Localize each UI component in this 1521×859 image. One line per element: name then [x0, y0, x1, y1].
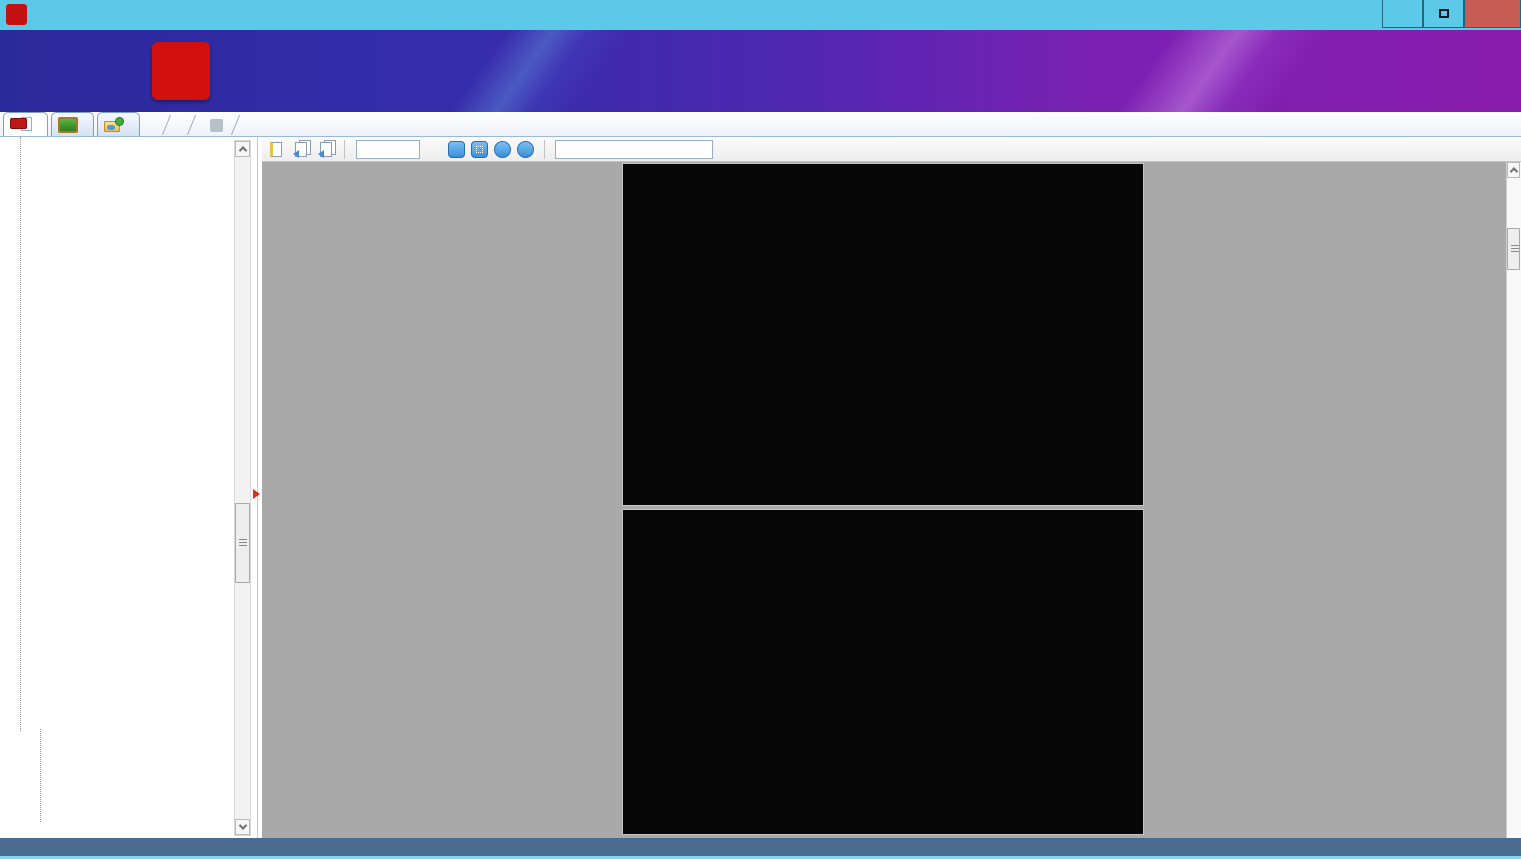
- tab-bar: [0, 112, 1521, 137]
- schematic-page-2: [622, 509, 1144, 835]
- pdf-viewer-canvas[interactable]: [262, 162, 1506, 838]
- minimize-button[interactable]: [1382, 0, 1423, 28]
- fit-page-icon: [476, 146, 483, 153]
- fit-page-button[interactable]: [471, 141, 488, 158]
- app-logo-icon: [6, 4, 27, 25]
- maximize-icon: [1439, 9, 1449, 18]
- viewer-scroll-up-button[interactable]: [1507, 162, 1520, 178]
- chevron-down-icon: [238, 821, 246, 829]
- viewer-toolbar: [262, 137, 1521, 162]
- schematic-page-1: [622, 163, 1144, 506]
- dzkj-logo: [152, 42, 210, 100]
- tree-scroll-thumb[interactable]: [235, 503, 250, 583]
- status-bar: [0, 838, 1521, 859]
- single-page-icon[interactable]: [268, 140, 287, 159]
- chevron-up-icon: [238, 146, 246, 154]
- pdf-icon: [10, 117, 32, 133]
- tab-schematic[interactable]: [3, 112, 48, 136]
- tree-guide-line: [20, 137, 21, 731]
- rotate-page-cw-icon[interactable]: [318, 140, 337, 159]
- app-window: [0, 0, 1521, 859]
- find-input[interactable]: [555, 140, 713, 159]
- zoom-in-button[interactable]: [517, 141, 534, 158]
- tree-scroll-up-button[interactable]: [235, 141, 250, 157]
- close-button[interactable]: [1464, 0, 1521, 28]
- tree-scrollbar[interactable]: [234, 140, 251, 836]
- maximize-button[interactable]: [1423, 0, 1464, 28]
- viewer-scroll-thumb[interactable]: [1507, 228, 1520, 270]
- tree-scroll-down-button[interactable]: [235, 819, 250, 835]
- splitter-collapse-arrow[interactable]: [253, 489, 260, 499]
- chevron-up-icon: [1509, 167, 1517, 175]
- rotate-page-ccw-icon[interactable]: [293, 140, 312, 159]
- doc-tab-welcome[interactable]: [177, 114, 181, 136]
- page-number-input[interactable]: [356, 140, 420, 159]
- tab-layout[interactable]: [51, 112, 94, 136]
- doc-tab-current[interactable]: [202, 114, 225, 136]
- fit-width-button[interactable]: [448, 141, 465, 158]
- title-bar[interactable]: [0, 0, 1521, 30]
- pads-icon: [58, 117, 78, 133]
- viewer-scrollbar[interactable]: [1506, 162, 1521, 838]
- doc-tab-close-icon[interactable]: [210, 119, 223, 132]
- header-banner: [0, 30, 1521, 112]
- tab-share[interactable]: [97, 112, 140, 136]
- file-tree-panel[interactable]: [0, 137, 258, 838]
- tree-guide-line-child: [40, 729, 41, 822]
- document-tabs: [156, 112, 246, 136]
- zoom-out-button[interactable]: [494, 141, 511, 158]
- share-icon: [104, 117, 124, 132]
